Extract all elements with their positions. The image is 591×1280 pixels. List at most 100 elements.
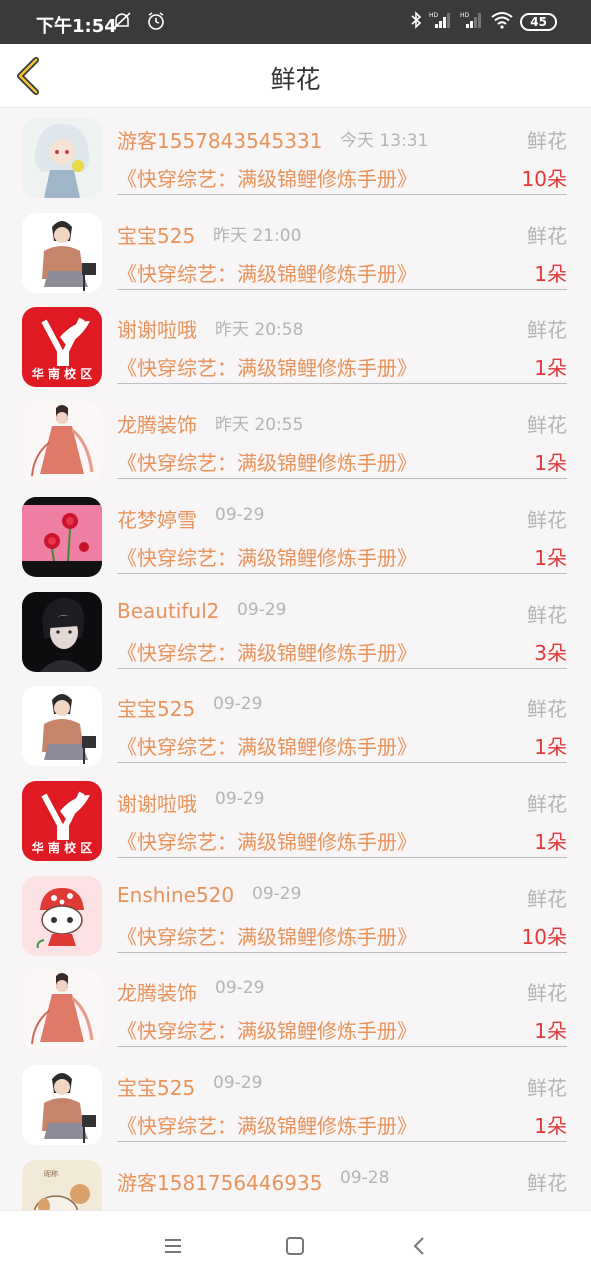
battery-indicator: 45 bbox=[520, 13, 557, 31]
status-bar: 下午1:54 HD HD 45 bbox=[0, 0, 591, 44]
gift-type-label: 鲜花 bbox=[527, 413, 567, 438]
gift-count: 1朵 bbox=[534, 451, 567, 476]
list-item[interactable]: 宝宝525 09-29 鲜花 《快穿综艺：满级锦鲤修炼手册》 1朵 bbox=[0, 676, 591, 771]
gift-type-label: 鲜花 bbox=[527, 981, 567, 1006]
gift-count: 1朵 bbox=[534, 829, 567, 854]
book-title-link[interactable]: 《快穿综艺：满级锦鲤修炼手册》 bbox=[117, 447, 417, 476]
row-divider bbox=[117, 288, 567, 290]
user-name[interactable]: 谢谢啦哦 bbox=[117, 314, 197, 343]
list-item[interactable]: 华 南 校 区 谢谢啦哦 昨天 20:58 鲜花 《快穿综艺：满级锦鲤修炼手册》 1朵 bbox=[0, 297, 591, 392]
list-item[interactable]: 龙腾装饰 昨天 20:55 鲜花《快穿综艺：满级锦鲤修炼手册》 1朵 bbox=[0, 392, 591, 487]
book-title-link[interactable]: 《快穿综艺：满级锦鲤修炼手册》 bbox=[117, 163, 417, 192]
avatar[interactable] bbox=[22, 591, 102, 672]
list-item[interactable]: 龙腾装饰 09-29 鲜花《快穿综艺：满级锦鲤修炼手册》 1朵 bbox=[0, 960, 591, 1055]
row-divider bbox=[117, 572, 567, 574]
signal-icon: HD bbox=[460, 11, 484, 33]
book-title-link[interactable]: 《快穿综艺：满级锦鲤修炼手册》 bbox=[117, 352, 417, 381]
avatar[interactable] bbox=[22, 686, 102, 767]
list-item[interactable]: Enshine520 09-29 鲜花《快穿综艺：满级锦鲤修炼手册》 10朵 bbox=[0, 866, 591, 961]
row-divider bbox=[117, 762, 567, 764]
timestamp: 09-29 bbox=[215, 504, 265, 525]
gift-type-label: 鲜花 bbox=[527, 791, 567, 816]
back-triangle-icon bbox=[406, 1237, 432, 1263]
user-name[interactable]: 花梦婷雪 bbox=[117, 504, 197, 533]
avatar[interactable] bbox=[22, 118, 102, 198]
timestamp: 09-28 bbox=[340, 1167, 390, 1188]
book-title-link[interactable]: 《快穿综艺：满级锦鲤修炼手册》 bbox=[117, 731, 417, 760]
home-square-icon bbox=[282, 1237, 308, 1263]
avatar[interactable] bbox=[22, 1065, 102, 1145]
timestamp: 09-29 bbox=[215, 788, 265, 809]
timestamp: 09-29 bbox=[213, 1073, 263, 1093]
book-title-link[interactable]: 《快穿综艺：满级锦鲤修炼手册》 bbox=[117, 1110, 417, 1139]
avatar[interactable] bbox=[22, 402, 102, 483]
user-name[interactable]: Enshine520 bbox=[117, 883, 234, 907]
row-divider bbox=[117, 856, 567, 858]
gift-type-label: 鲜花 bbox=[527, 318, 567, 343]
home-button[interactable] bbox=[282, 1233, 308, 1259]
gift-count: 1朵 bbox=[534, 545, 567, 570]
status-time: 下午1:54 bbox=[36, 16, 117, 37]
book-title-link[interactable]: 《快穿综艺：满级锦鲤修炼手册》 bbox=[117, 921, 417, 950]
signal-icon: HD bbox=[429, 11, 453, 33]
user-name[interactable]: 龙腾装饰 bbox=[117, 977, 197, 1006]
list-item[interactable]: Beautiful2 09-29 鲜花 《快穿综艺：满级锦鲤修炼手册》 3朵 bbox=[0, 582, 591, 677]
user-name[interactable]: Beautiful2 bbox=[117, 599, 219, 623]
gift-type-label: 鲜花 bbox=[527, 1076, 567, 1100]
list-item[interactable]: 花梦婷雪 09-29 鲜花《快穿综艺：满级锦鲤修炼手册》 1朵 bbox=[0, 487, 591, 582]
user-name[interactable]: 游客1581756446935 bbox=[117, 1167, 322, 1196]
list-item[interactable]: 宝宝525 昨天 21:00 鲜花 《快穿综艺：满级锦鲤修炼手册》 1朵 bbox=[0, 203, 591, 298]
timestamp: 09-29 bbox=[237, 599, 287, 620]
avatar[interactable]: 华 南 校 区 bbox=[22, 780, 102, 861]
row-divider bbox=[117, 478, 567, 480]
status-right-icons: HD HD 45 bbox=[410, 11, 557, 33]
avatar[interactable] bbox=[22, 875, 102, 956]
book-title-link[interactable]: 《快穿综艺：满级锦鲤修炼手册》 bbox=[117, 1015, 417, 1044]
gift-type-label: 鲜花 bbox=[527, 1170, 567, 1195]
gift-count: 1朵 bbox=[534, 1019, 567, 1044]
user-name[interactable]: 谢谢啦哦 bbox=[117, 788, 197, 817]
menu-button[interactable] bbox=[160, 1233, 186, 1259]
timestamp: 昨天 20:55 bbox=[215, 415, 304, 436]
gift-type-label: 鲜花 bbox=[527, 697, 567, 722]
gift-count: 1朵 bbox=[534, 1114, 567, 1138]
list-item[interactable]: 昵称游客158175644693509-28鲜花《快穿综艺：满级锦鲤修炼手册》1… bbox=[0, 1150, 591, 1210]
user-name[interactable]: 宝宝525 bbox=[117, 693, 195, 722]
row-divider bbox=[117, 194, 567, 195]
row-divider bbox=[117, 951, 567, 953]
row-divider bbox=[117, 1046, 567, 1048]
list-item[interactable]: 华 南 校 区 谢谢啦哦 09-29 鲜花《快穿综艺：满级锦鲤修炼手册》 1朵 bbox=[0, 771, 591, 866]
nav-bar: 鲜花 bbox=[0, 44, 591, 108]
system-nav-bar bbox=[0, 1210, 591, 1280]
avatar[interactable]: 昵称 bbox=[22, 1159, 102, 1210]
user-name[interactable]: 宝宝525 bbox=[117, 220, 195, 249]
book-title-link[interactable]: 《快穿综艺：满级锦鲤修炼手册》 bbox=[117, 542, 417, 571]
user-name[interactable]: 宝宝525 bbox=[117, 1072, 195, 1101]
gift-count: 10朵 bbox=[521, 924, 567, 949]
avatar[interactable] bbox=[22, 212, 102, 293]
timestamp: 昨天 21:00 bbox=[213, 225, 302, 246]
svg-text:华 南 校 区: 华 南 校 区 bbox=[32, 840, 93, 855]
svg-text:昵称: 昵称 bbox=[44, 1169, 58, 1178]
gift-type-label: 鲜花 bbox=[527, 507, 567, 532]
svg-text:华 南 校 区: 华 南 校 区 bbox=[32, 366, 93, 381]
svg-text:HD: HD bbox=[460, 12, 470, 19]
book-title-link[interactable]: 《快穿综艺：满级锦鲤修炼手册》 bbox=[117, 258, 417, 287]
user-name[interactable]: 游客1557843545331 bbox=[117, 125, 322, 154]
avatar[interactable]: 华 南 校 区 bbox=[22, 307, 102, 388]
page-title: 鲜花 bbox=[270, 65, 321, 94]
book-title-link[interactable]: 《快穿综艺：满级锦鲤修炼手册》 bbox=[117, 637, 417, 666]
list-item[interactable]: 游客1557843545331 今天 13:31 鲜花 《快穿综艺：满级锦鲤修炼手册》… bbox=[0, 108, 591, 203]
avatar[interactable] bbox=[22, 496, 102, 577]
gift-type-label: 鲜花 bbox=[527, 886, 567, 911]
user-name[interactable]: 龙腾装饰 bbox=[117, 409, 197, 438]
gift-count: 1朵 bbox=[534, 356, 567, 381]
book-title-link[interactable]: 《快穿综艺：满级锦鲤修炼手册》 bbox=[117, 826, 417, 855]
timestamp: 09-29 bbox=[252, 883, 302, 904]
list-item[interactable]: 宝宝525 09-29 鲜花《快穿综艺：满级锦鲤修炼手册》 1朵 bbox=[0, 1055, 591, 1150]
system-back-button[interactable] bbox=[406, 1233, 432, 1259]
mute-icon bbox=[112, 12, 138, 36]
avatar[interactable] bbox=[22, 970, 102, 1051]
gift-count: 1朵 bbox=[534, 735, 567, 760]
timestamp: 09-29 bbox=[215, 978, 265, 999]
